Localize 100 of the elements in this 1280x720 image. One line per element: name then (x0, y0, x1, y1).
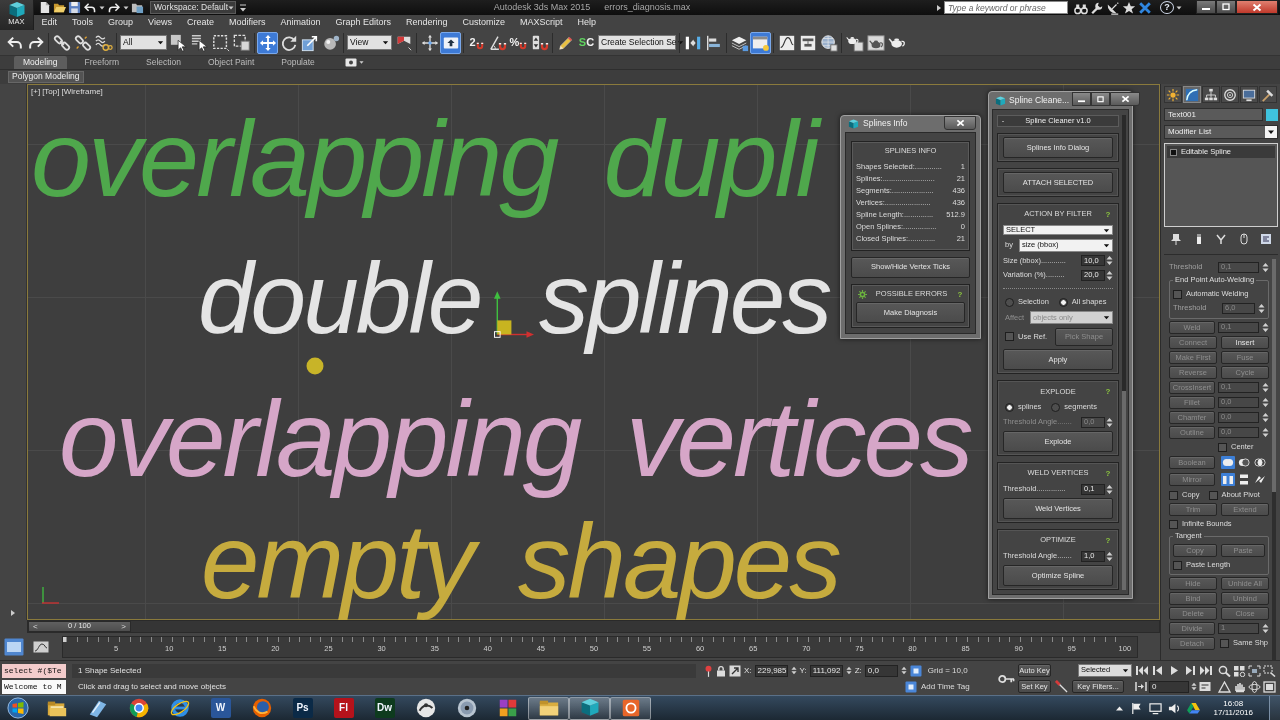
x-mark-icon[interactable] (1138, 0, 1152, 15)
framed-square-icon[interactable] (909, 664, 922, 677)
spinner-arrows-icon[interactable] (1262, 412, 1269, 423)
triangle-outline-icon[interactable] (1218, 680, 1231, 693)
radio-button[interactable] (1005, 403, 1014, 412)
menu-item[interactable]: Tools (64, 17, 101, 28)
menu-item[interactable]: Graph Editors (327, 17, 399, 28)
radio-button[interactable] (1005, 297, 1014, 307)
toolbar-button[interactable]: SC (576, 31, 597, 54)
toolbar-button[interactable]: 2 (466, 31, 487, 54)
checkbox[interactable] (1173, 560, 1182, 570)
taskbar-button[interactable]: Ps (282, 696, 323, 720)
help-button[interactable]: ? (1105, 387, 1111, 397)
transform-gizmo-icon[interactable] (494, 291, 534, 338)
menu-item[interactable]: MAXScript (512, 17, 571, 28)
framed-square-icon[interactable] (905, 680, 917, 693)
coordinate-field[interactable]: 0,0 (864, 664, 898, 677)
bar-caret-icon[interactable] (238, 1, 248, 14)
panel-tab[interactable] (1259, 86, 1277, 103)
spinner-arrows-icon[interactable] (1262, 397, 1269, 408)
spinner-arrows-icon[interactable] (1262, 262, 1269, 273)
restore-button[interactable] (1216, 0, 1236, 14)
menu-item[interactable]: Help (570, 17, 604, 28)
bar-arrow-icon[interactable] (1135, 681, 1147, 692)
coordinate-field[interactable]: 111,092 (809, 664, 843, 677)
spinner-arrows-icon[interactable] (1106, 416, 1113, 428)
menu-item[interactable]: Edit (34, 17, 65, 28)
minimize-button[interactable] (1072, 92, 1091, 106)
next-frame-button[interactable]: > (121, 622, 126, 632)
panel-tab[interactable] (1183, 86, 1201, 103)
checkbox[interactable] (1173, 289, 1182, 299)
checkbox[interactable] (1169, 490, 1178, 500)
previous-frame-icon[interactable] (1151, 665, 1165, 676)
spinner-arrows-icon[interactable] (1262, 623, 1269, 634)
open-folder-icon[interactable] (53, 1, 66, 14)
listener-output[interactable]: Welcome to M (2, 679, 66, 694)
corner-brackets-icon[interactable] (1248, 664, 1261, 677)
modifier-dropdown[interactable]: Modifier List (1164, 125, 1278, 139)
spinner-arrows-icon[interactable] (790, 665, 797, 676)
expand-arrow-icon[interactable] (936, 3, 942, 12)
caret-down-icon[interactable] (358, 60, 364, 65)
screen-icon[interactable] (1148, 701, 1162, 715)
magnifier-grid-icon[interactable] (1233, 664, 1246, 677)
arrow-square-icon[interactable] (729, 664, 741, 677)
list-panel-icon[interactable] (1199, 681, 1211, 692)
mouse-icon[interactable] (1237, 233, 1250, 245)
flag-icon[interactable] (1129, 701, 1143, 715)
time-tag-button[interactable]: Add Time Tag (921, 681, 970, 692)
dashed-magnifier-icon[interactable] (1263, 664, 1276, 677)
menu-item[interactable]: Customize (455, 17, 513, 28)
taskbar-button[interactable] (569, 696, 610, 720)
ribbon-tab[interactable]: Modeling (14, 56, 67, 69)
help-button[interactable]: ? (1105, 536, 1111, 546)
toolbar-button[interactable] (257, 31, 278, 54)
menu-item[interactable]: Modifiers (221, 17, 273, 28)
search-field[interactable]: Type a keyword or phrase (944, 1, 1068, 14)
satellite-dish-icon[interactable] (1106, 0, 1120, 15)
curve-editor-icon[interactable] (33, 640, 49, 653)
swatch-icon[interactable] (1266, 108, 1278, 121)
orbit-icon[interactable] (1248, 680, 1261, 693)
spinner-arrows-icon[interactable] (1262, 427, 1269, 438)
spinner-arrows-icon[interactable] (1106, 483, 1113, 495)
panel-tab[interactable] (1240, 86, 1258, 103)
help-button[interactable]: ? (1105, 469, 1111, 479)
next-frame-icon[interactable] (1183, 665, 1197, 676)
viewport-menu[interactable]: [Wireframe] (61, 87, 103, 96)
toolbar-dropdown[interactable]: View (347, 35, 392, 50)
menu-item[interactable]: Rendering (398, 17, 456, 28)
coordinate-field[interactable]: 229,985 (754, 664, 788, 677)
menu-item[interactable]: Create (179, 17, 222, 28)
taskbar-button[interactable] (528, 696, 569, 720)
close-button[interactable] (1236, 0, 1278, 14)
diagonal-handle-icon[interactable] (1055, 680, 1068, 693)
toolbar-button[interactable]: % (508, 31, 529, 54)
app-tile[interactable]: Ps (292, 698, 313, 718)
scrollbar[interactable] (1122, 115, 1126, 591)
minimize-button[interactable] (1196, 0, 1216, 14)
taskbar-button[interactable]: Fl (323, 696, 364, 720)
spinner-arrows-icon[interactable] (1262, 322, 1269, 333)
go-to-end-icon[interactable] (1199, 665, 1213, 676)
workspace-dropdown[interactable]: Workspace: Default (150, 1, 236, 14)
panel-label[interactable]: Polygon Modeling (8, 71, 84, 83)
checkbox[interactable] (1208, 490, 1218, 500)
previous-frame-button[interactable]: < (33, 622, 38, 632)
go-to-start-icon[interactable] (1135, 665, 1149, 676)
nested-rectangle-icon[interactable] (1263, 680, 1276, 693)
help-button[interactable]: ? (1105, 210, 1111, 220)
menu-item[interactable]: Group (100, 17, 141, 28)
spinner-arrows-icon[interactable] (1258, 303, 1265, 314)
help-button[interactable]: ? (957, 289, 963, 299)
show-desktop-button[interactable] (1269, 696, 1280, 720)
panel-toggle-icon[interactable] (4, 637, 24, 656)
wrench-icon[interactable] (1090, 0, 1104, 15)
panel-tab[interactable] (1202, 86, 1220, 103)
checkbox[interactable] (1218, 442, 1227, 452)
spinner-arrows-icon[interactable] (1106, 255, 1113, 267)
spinner-arrows-icon[interactable] (1191, 681, 1197, 692)
magnifier-icon[interactable] (1218, 664, 1231, 677)
star-icon[interactable] (1122, 0, 1136, 15)
new-file-icon[interactable] (38, 1, 51, 14)
